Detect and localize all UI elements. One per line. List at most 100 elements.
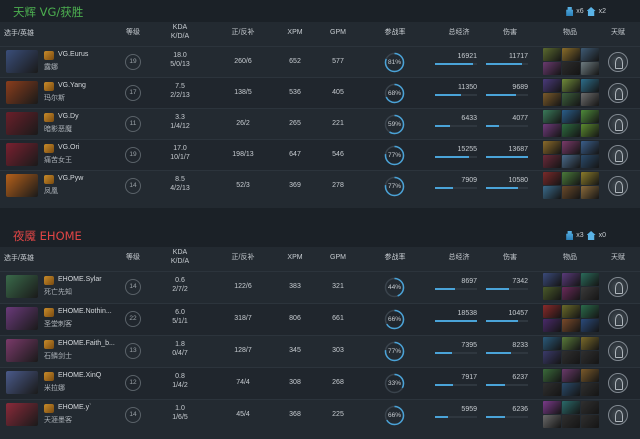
player-row[interactable]: EHOME.y` 天涯墨客 14 1.0 1/6/5 45/4 368 225 66% 5959 6… bbox=[0, 399, 640, 431]
item-icon[interactable] bbox=[581, 287, 599, 300]
item-icon[interactable] bbox=[581, 351, 599, 364]
item-icon[interactable] bbox=[562, 369, 580, 382]
item-icon[interactable] bbox=[543, 287, 561, 300]
item-grid bbox=[543, 369, 599, 396]
hero-portrait[interactable] bbox=[6, 174, 38, 197]
item-icon[interactable] bbox=[543, 186, 561, 199]
item-icon[interactable] bbox=[543, 369, 561, 382]
item-icon[interactable] bbox=[581, 110, 599, 123]
item-icon[interactable] bbox=[543, 351, 561, 364]
item-icon[interactable] bbox=[562, 273, 580, 286]
item-icon[interactable] bbox=[581, 48, 599, 61]
item-icon[interactable] bbox=[543, 273, 561, 286]
item-icon[interactable] bbox=[543, 305, 561, 318]
item-icon[interactable] bbox=[581, 155, 599, 168]
item-icon[interactable] bbox=[581, 93, 599, 106]
player-row[interactable]: EHOME.Faith_b... 石鳞剑士 13 1.8 0/4/7 128/7 345 30… bbox=[0, 335, 640, 367]
item-icon[interactable] bbox=[543, 141, 561, 154]
item-icon[interactable] bbox=[581, 337, 599, 350]
talent-tree-icon[interactable] bbox=[608, 373, 628, 393]
item-icon[interactable] bbox=[562, 319, 580, 332]
talent-tree-icon[interactable] bbox=[608, 114, 628, 134]
talent-tree-icon[interactable] bbox=[608, 341, 628, 361]
item-icon[interactable] bbox=[581, 273, 599, 286]
item-icon[interactable] bbox=[581, 305, 599, 318]
item-icon[interactable] bbox=[562, 351, 580, 364]
item-icon[interactable] bbox=[562, 141, 580, 154]
item-icon[interactable] bbox=[562, 337, 580, 350]
item-icon[interactable] bbox=[543, 124, 561, 137]
player-name: EHOME.y` bbox=[58, 404, 92, 411]
item-icon[interactable] bbox=[581, 62, 599, 75]
item-icon[interactable] bbox=[562, 305, 580, 318]
talent-tree-icon[interactable] bbox=[608, 83, 628, 103]
item-icon[interactable] bbox=[581, 319, 599, 332]
item-icon[interactable] bbox=[562, 287, 580, 300]
header-gpm: GPM bbox=[330, 29, 346, 36]
item-icon[interactable] bbox=[543, 110, 561, 123]
item-icon[interactable] bbox=[543, 155, 561, 168]
item-icon[interactable] bbox=[562, 155, 580, 168]
item-icon[interactable] bbox=[543, 383, 561, 396]
talent-tree-icon[interactable] bbox=[608, 405, 628, 425]
hero-portrait[interactable] bbox=[6, 339, 38, 362]
item-icon[interactable] bbox=[581, 124, 599, 137]
networth-value: 6433 bbox=[461, 115, 477, 122]
player-row[interactable]: EHOME.Sylar 死亡先知 14 0.6 2/7/2 122/6 383 321 44% 8… bbox=[0, 271, 640, 303]
item-icon[interactable] bbox=[562, 124, 580, 137]
talent-tree-icon[interactable] bbox=[608, 176, 628, 196]
item-icon[interactable] bbox=[562, 110, 580, 123]
item-icon[interactable] bbox=[562, 186, 580, 199]
item-icon[interactable] bbox=[543, 48, 561, 61]
item-icon[interactable] bbox=[543, 401, 561, 414]
hero-portrait[interactable] bbox=[6, 143, 38, 166]
item-icon[interactable] bbox=[543, 79, 561, 92]
item-icon[interactable] bbox=[543, 62, 561, 75]
player-row[interactable]: VG.Eurus 露娜 19 18.0 5/0/13 260/6 652 577 81% 1692… bbox=[0, 46, 640, 77]
item-icon[interactable] bbox=[562, 62, 580, 75]
item-icon[interactable] bbox=[543, 415, 561, 428]
item-icon[interactable] bbox=[581, 141, 599, 154]
player-row[interactable]: VG.Yang 玛尔斯 17 7.5 2/2/13 138/5 536 405 68% 11350… bbox=[0, 77, 640, 108]
hero-portrait[interactable] bbox=[6, 50, 38, 73]
networth-value: 5959 bbox=[461, 406, 477, 413]
item-icon[interactable] bbox=[581, 172, 599, 185]
player-row[interactable]: VG.Pyw 凤凰 14 8.5 4/2/13 52/3 369 278 77% 7909 1058… bbox=[0, 170, 640, 201]
talent-tree-icon[interactable] bbox=[608, 52, 628, 72]
item-icon[interactable] bbox=[581, 186, 599, 199]
item-icon[interactable] bbox=[562, 415, 580, 428]
item-icon[interactable] bbox=[581, 401, 599, 414]
talent-tree-icon[interactable] bbox=[608, 277, 628, 297]
item-icon[interactable] bbox=[562, 79, 580, 92]
player-row[interactable]: VG.Dy 暗影恶魔 11 3.3 1/4/12 26/2 265 221 59% 6433 407… bbox=[0, 108, 640, 139]
item-icon[interactable] bbox=[562, 172, 580, 185]
item-icon[interactable] bbox=[562, 93, 580, 106]
item-icon[interactable] bbox=[581, 415, 599, 428]
last-hits-denies: 45/4 bbox=[236, 411, 250, 418]
talent-tree-icon[interactable] bbox=[608, 309, 628, 329]
item-icon[interactable] bbox=[543, 172, 561, 185]
hero-portrait[interactable] bbox=[6, 307, 38, 330]
player-row[interactable]: EHOME.Nothin... 圣堂刺客 22 6.0 5/1/1 318/7 806 661… bbox=[0, 303, 640, 335]
item-icon[interactable] bbox=[562, 401, 580, 414]
item-icon[interactable] bbox=[581, 79, 599, 92]
item-icon[interactable] bbox=[543, 93, 561, 106]
player-row[interactable]: EHOME.XinQ 米拉娜 12 0.8 1/4/2 74/4 308 268 33% 7917… bbox=[0, 367, 640, 399]
talent-tree-icon[interactable] bbox=[608, 145, 628, 165]
item-icon[interactable] bbox=[581, 369, 599, 382]
hero-portrait[interactable] bbox=[6, 371, 38, 394]
item-icon[interactable] bbox=[562, 48, 580, 61]
item-icon[interactable] bbox=[543, 319, 561, 332]
player-row[interactable]: VG.Ori 痛苦女王 19 17.0 10/1/7 198/13 647 546 77% 152… bbox=[0, 139, 640, 170]
item-icon[interactable] bbox=[562, 383, 580, 396]
hero-portrait[interactable] bbox=[6, 81, 38, 104]
hero-portrait[interactable] bbox=[6, 403, 38, 426]
networth-cell: 16921 bbox=[435, 53, 477, 65]
damage-bar bbox=[486, 63, 528, 65]
xpm-value: 265 bbox=[289, 120, 301, 127]
damage-cell: 10580 bbox=[486, 177, 528, 189]
hero-portrait[interactable] bbox=[6, 275, 38, 298]
item-icon[interactable] bbox=[581, 383, 599, 396]
item-icon[interactable] bbox=[543, 337, 561, 350]
hero-portrait[interactable] bbox=[6, 112, 38, 135]
